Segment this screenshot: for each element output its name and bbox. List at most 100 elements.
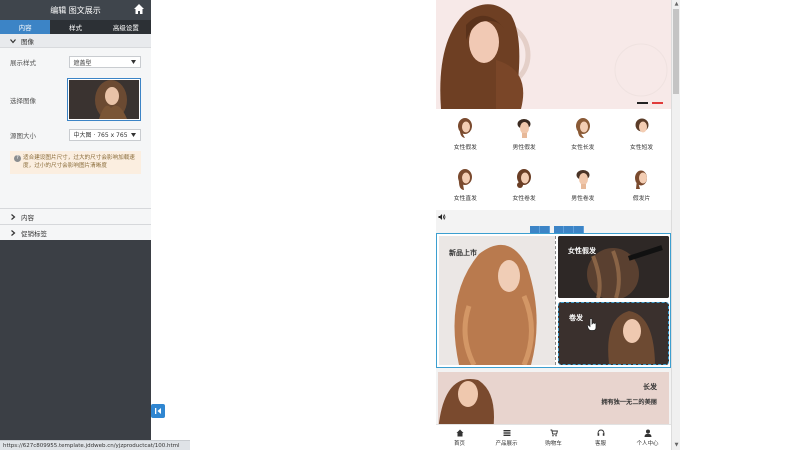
content-section-header[interactable]: 内容 <box>0 208 151 224</box>
image-text-module[interactable]: 新品上市 女性假发 卷发 <box>436 233 671 368</box>
nav-label: 个人中心 <box>636 440 659 447</box>
chevron-right-icon <box>11 213 16 220</box>
nav-products[interactable]: 产品展示 <box>483 425 530 450</box>
category-label: 女性短发 <box>630 145 654 151</box>
caret-down-icon <box>131 132 136 137</box>
nav-label: 首页 <box>453 440 465 447</box>
nav-label: 购物车 <box>545 440 562 447</box>
banner-pagination <box>637 102 663 104</box>
caret-down-icon <box>131 60 136 64</box>
user-icon <box>644 429 651 437</box>
image-section-title: 图像 <box>21 37 34 46</box>
female-wig-title: 女性假发 <box>568 247 596 255</box>
male-head-icon <box>517 119 531 138</box>
long-hair-subtitle: 拥有独一无二的美丽 <box>601 399 657 406</box>
status-url: https://627c809955.template.jddweb.cn/yj… <box>3 442 180 449</box>
display-style-row: 展示样式 遮盖型 <box>0 48 151 76</box>
chevron-right-icon <box>11 229 16 236</box>
female-head-icon <box>458 168 473 190</box>
category-item[interactable]: 男性卷发 <box>554 160 613 210</box>
source-size-label: 源图大小 <box>10 131 36 140</box>
hand-cursor-icon <box>587 318 597 331</box>
tab-content[interactable]: 内容 <box>0 20 51 34</box>
female-head-icon <box>635 118 649 133</box>
tab-style[interactable]: 样式 <box>50 20 100 34</box>
speaker-icon[interactable] <box>438 213 446 221</box>
category-label: 男性卷发 <box>571 195 595 202</box>
new-arrivals-card[interactable]: 新品上市 <box>439 236 555 365</box>
home-icon <box>456 429 463 436</box>
promo-section-header[interactable]: 促销标签 <box>0 224 151 240</box>
promo-section-title: 促销标签 <box>21 229 47 238</box>
mobile-preview: 女性假发 男性假发 女性长发 女性短发 女性直发 女性卷发 男性卷发 假发片 新… <box>436 0 671 450</box>
category-item[interactable]: 女性假发 <box>436 109 495 159</box>
female-head-icon <box>517 168 532 188</box>
female-head-icon <box>634 170 647 189</box>
scrollbar-thumb[interactable] <box>673 9 679 94</box>
category-grid: 女性假发 男性假发 女性长发 女性短发 女性直发 女性卷发 男性卷发 假发片 <box>436 109 671 210</box>
display-style-select[interactable]: 遮盖型 <box>68 56 141 68</box>
hero-banner[interactable] <box>436 0 671 109</box>
category-label: 女性直发 <box>453 195 477 202</box>
banner-dot[interactable] <box>637 102 648 104</box>
image-thumbnail[interactable] <box>67 78 141 121</box>
collapse-left-icon <box>155 408 161 414</box>
display-style-label: 展示样式 <box>10 59 36 67</box>
female-head-icon <box>575 118 590 138</box>
bottom-navigation: 首页 产品展示 购物车 客服 个人中心 <box>436 424 671 450</box>
nav-profile[interactable]: 个人中心 <box>624 425 671 450</box>
woman-portrait-image <box>69 80 139 120</box>
image-section-header[interactable]: 图像 <box>0 34 151 48</box>
source-size-row: 源图大小 中大图 · 765 x 765 <box>0 123 151 146</box>
category-label: 男性假发 <box>512 145 536 151</box>
nav-cart[interactable]: 购物车 <box>530 425 577 450</box>
category-item[interactable]: 女性卷发 <box>495 160 554 210</box>
category-item[interactable]: 女性长发 <box>554 109 613 159</box>
nav-service[interactable]: 客服 <box>577 425 624 450</box>
select-image-row: 选择图像 <box>0 76 151 123</box>
category-label: 女性卷发 <box>512 195 536 202</box>
display-style-value: 遮盖型 <box>73 59 92 67</box>
column-divider <box>555 236 556 365</box>
female-wig-card[interactable]: 女性假发 <box>558 236 669 298</box>
tab-advanced[interactable]: 高级设置 <box>101 20 151 34</box>
nav-label: 客服 <box>594 440 606 447</box>
curly-hair-title: 卷发 <box>569 314 583 322</box>
category-label: 女性假发 <box>453 145 477 151</box>
editor-header: 编辑 图文展示 <box>0 0 151 20</box>
curly-hair-card[interactable]: 卷发 <box>558 302 669 365</box>
preview-scrollbar[interactable]: ▲ ▼ <box>671 0 680 450</box>
list-icon <box>503 429 510 436</box>
category-label: 女性长发 <box>571 145 595 151</box>
category-item[interactable]: 男性假发 <box>495 109 554 159</box>
status-bar: https://627c809955.template.jddweb.cn/yj… <box>0 440 190 450</box>
cart-icon <box>550 429 558 436</box>
editor-panel: 编辑 图文展示 内容 样式 高级设置 图像 展示样式 遮盖型 选择图像 源图大小… <box>0 0 151 450</box>
editor-title: 编辑 图文展示 <box>50 5 101 15</box>
content-section-title: 内容 <box>21 213 34 222</box>
category-item[interactable]: 假发片 <box>612 160 671 210</box>
new-arrivals-title: 新品上市 <box>449 249 477 257</box>
woman-hair-banner-image <box>436 0 671 109</box>
home-icon[interactable] <box>133 3 145 15</box>
source-size-select[interactable]: 中大图 · 765 x 765 <box>68 128 141 141</box>
scroll-down-icon[interactable]: ▼ <box>673 442 680 449</box>
editor-tabs: 内容 样式 高级设置 <box>0 20 151 34</box>
nav-home[interactable]: 首页 <box>436 425 483 450</box>
scroll-up-icon[interactable]: ▲ <box>673 1 680 8</box>
headset-icon <box>597 429 604 436</box>
size-hint-note: ? 适合建设图片尺寸，过大的尺寸会影响加载速度，过小的尺寸会影响图片清晰度 <box>10 151 141 175</box>
image-section: 图像 展示样式 遮盖型 选择图像 源图大小 中大图 · 765 x 765 ? … <box>0 34 151 192</box>
collapse-panel-button[interactable] <box>151 404 165 418</box>
size-hint-text: 适合建设图片尺寸，过大的尺寸会影响加载速度，过小的尺寸会影响图片清晰度 <box>23 155 135 169</box>
category-label: 假发片 <box>632 195 651 202</box>
category-item[interactable]: 女性直发 <box>436 160 495 210</box>
chevron-down-icon <box>10 38 16 43</box>
long-hair-banner[interactable]: 长发 拥有独一无二的美丽 <box>438 372 669 432</box>
nav-label: 产品展示 <box>495 440 518 447</box>
source-size-value: 中大图 · 765 x 765 <box>73 132 128 139</box>
category-item[interactable]: 女性短发 <box>612 109 671 159</box>
banner-dot-active[interactable] <box>652 102 663 104</box>
question-icon: ? <box>14 155 21 162</box>
long-hair-title: 长发 <box>643 383 657 391</box>
